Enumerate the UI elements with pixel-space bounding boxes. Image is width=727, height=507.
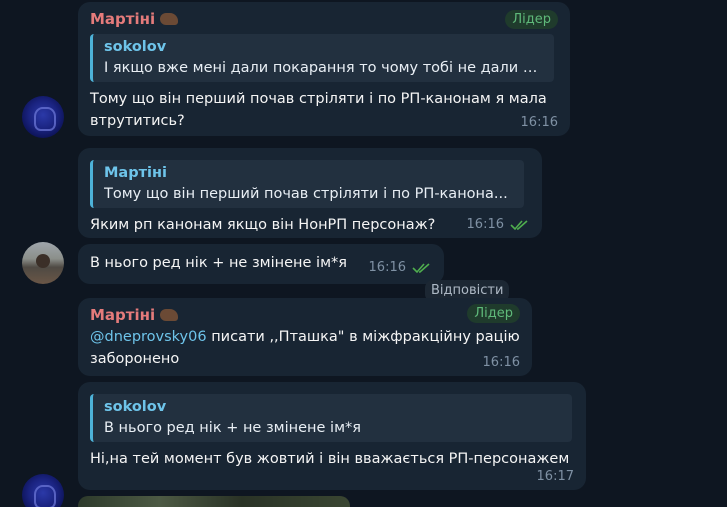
message-bubble[interactable]: Мартіні Лідер sokolov І якщо вже мені да… xyxy=(78,2,570,136)
read-ticks-icon xyxy=(412,262,430,273)
role-badge: Лідер xyxy=(467,304,520,323)
chat-history[interactable]: Мартіні Лідер sokolov І якщо вже мені да… xyxy=(0,0,727,507)
reply-quote[interactable]: Мартіні Тому що він перший почав стрілят… xyxy=(90,160,524,208)
quote-text: Тому що він перший почав стріляти і по Р… xyxy=(104,186,508,202)
message-text: @dneprovsky06 писати ,,Пташка" в міжфрак… xyxy=(90,329,520,367)
emoji-icon xyxy=(160,309,179,321)
user-mention[interactable]: @dneprovsky06 xyxy=(90,329,207,345)
message-bubble[interactable]: В нього ред нік + не змінене ім*я 16:16 xyxy=(78,244,444,284)
reply-quote[interactable]: sokolov І якщо вже мені дали покарання т… xyxy=(90,34,554,82)
quote-author: sokolov xyxy=(104,399,167,415)
message-time: 16:16 xyxy=(482,355,520,370)
quote-text: В нього ред нік + не змінене ім*я xyxy=(104,420,361,436)
message-time: 16:16 xyxy=(368,260,406,275)
message-meta: 16:16 xyxy=(369,260,432,275)
emoji-icon xyxy=(160,13,179,25)
quote-author: Мартіні xyxy=(104,165,167,181)
user-avatar[interactable] xyxy=(22,474,64,507)
user-avatar[interactable] xyxy=(22,242,64,284)
message-meta: 16:16 xyxy=(483,355,520,370)
message-meta: 16:16 xyxy=(467,217,530,232)
role-badge: Лідер xyxy=(505,10,558,29)
message-text: Ні,на тей момент був жовтий і він вважає… xyxy=(90,451,570,467)
quote-text: І якщо вже мені дали покарання то чому т… xyxy=(104,60,544,76)
reply-quote[interactable]: sokolov В нього ред нік + не змінене ім*… xyxy=(90,394,572,442)
quote-author: sokolov xyxy=(104,39,167,55)
message-bubble[interactable]: Мартіні Лідер @dneprovsky06 писати ,,Пта… xyxy=(78,298,532,376)
message-text: Тому що він перший почав стріляти і по Р… xyxy=(90,91,547,129)
read-ticks-icon xyxy=(510,219,528,230)
sender-name[interactable]: Мартіні xyxy=(90,304,520,326)
sender-name[interactable]: Мартіні xyxy=(90,8,558,30)
message-time: 16:16 xyxy=(520,115,558,130)
media-preview[interactable] xyxy=(78,496,350,507)
message-meta: 16:16 xyxy=(521,115,558,130)
message-bubble[interactable]: sokolov В нього ред нік + не змінене ім*… xyxy=(78,382,586,490)
user-avatar[interactable] xyxy=(22,96,64,138)
message-meta: 16:17 xyxy=(537,469,574,484)
message-time: 16:17 xyxy=(536,469,574,484)
message-text: Яким рп канонам якщо він НонРП персонаж? xyxy=(90,217,436,233)
message-bubble[interactable]: Мартіні Тому що він перший почав стрілят… xyxy=(78,148,542,238)
message-time: 16:16 xyxy=(466,217,504,232)
